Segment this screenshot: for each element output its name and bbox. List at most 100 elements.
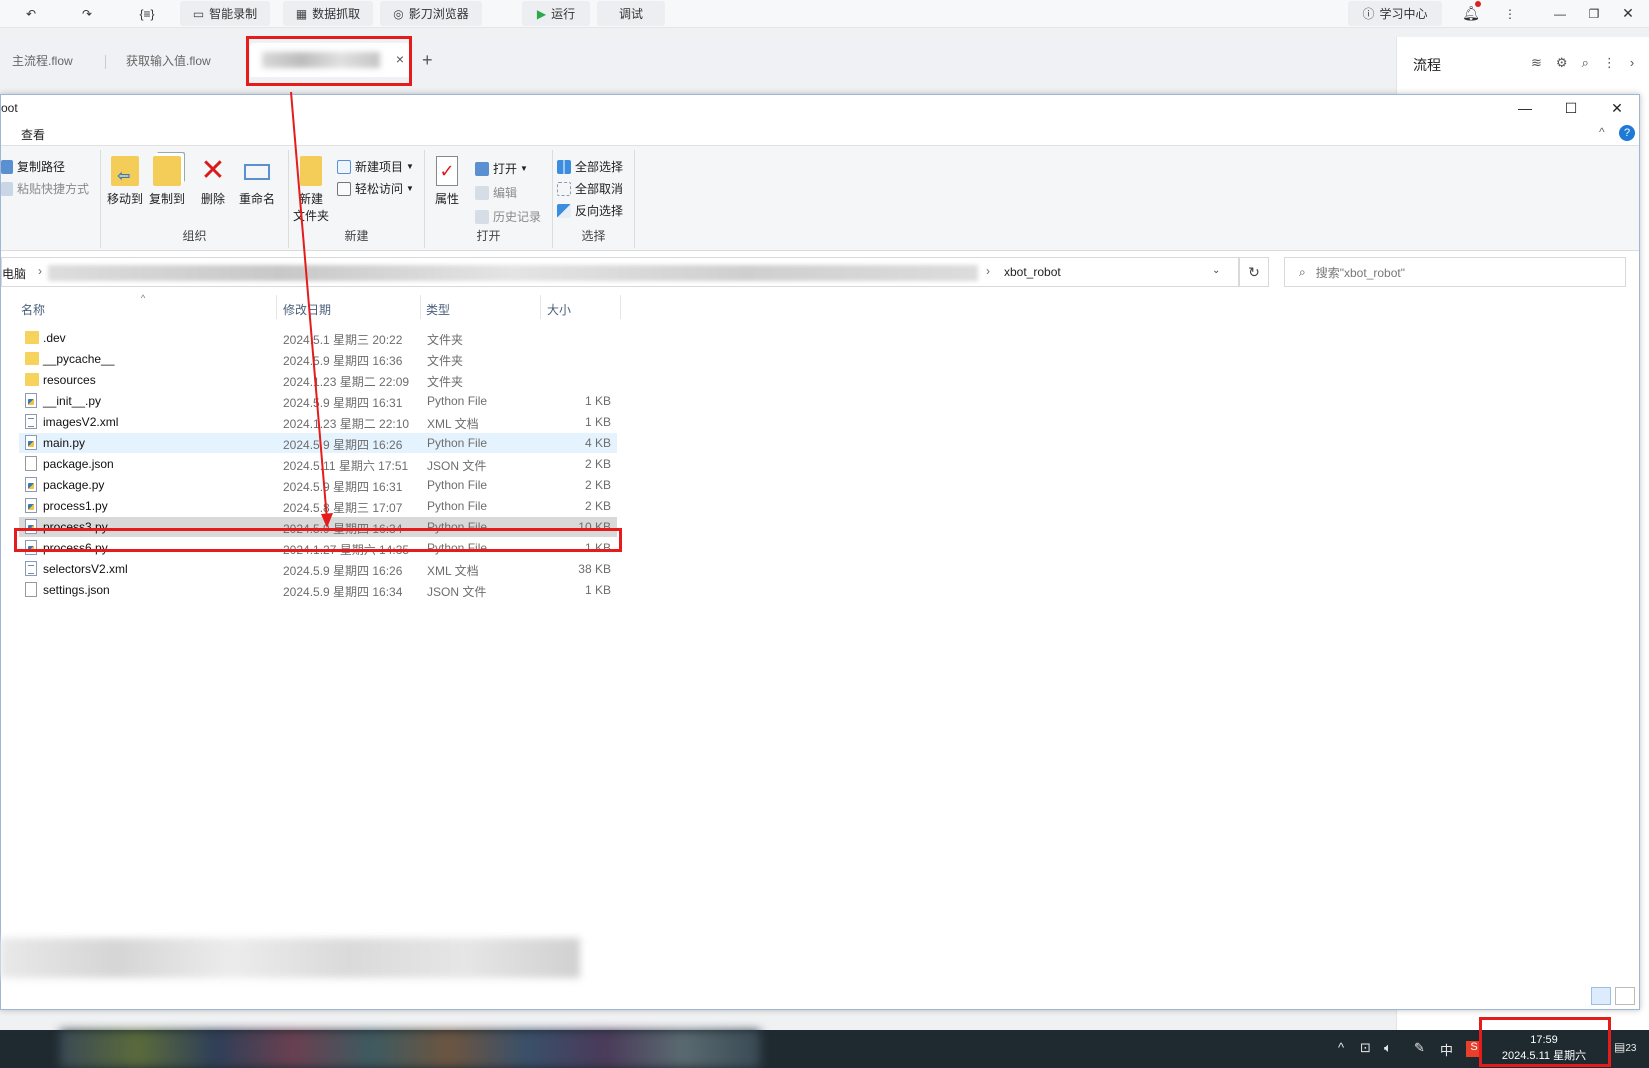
- file-row[interactable]: selectorsV2.xml 2024.5.9 星期四 16:26 XML 文档 3…: [19, 559, 617, 579]
- column-divider: [420, 295, 421, 319]
- help-icon[interactable]: ?: [1619, 125, 1635, 141]
- address-dropdown-icon[interactable]: ⌄: [1212, 265, 1220, 276]
- file-type: 文件夹: [427, 333, 464, 347]
- file-row[interactable]: .dev 2024.5.1 星期三 20:22 文件夹: [19, 328, 617, 348]
- learning-center-button[interactable]: ⓘ 学习中心: [1348, 1, 1442, 26]
- debug-button[interactable]: 调试: [597, 1, 665, 26]
- address-root[interactable]: 电脑: [2, 265, 26, 282]
- new-group-label: 新建: [344, 229, 369, 243]
- notification-dot: [1475, 1, 1481, 7]
- run-button[interactable]: ▶ 运行: [522, 1, 590, 26]
- minimize-icon[interactable]: —: [1548, 1, 1572, 26]
- column-type[interactable]: 类型: [426, 301, 450, 318]
- refresh-icon[interactable]: ↻: [1239, 257, 1269, 287]
- explorer-minimize-icon[interactable]: —: [1503, 97, 1547, 119]
- new-item-button[interactable]: 新建项目 ▼: [337, 158, 414, 175]
- move-to-button[interactable]: ⇦ 移动到: [107, 156, 143, 207]
- ribbon-group-organize: ⇦ 移动到 复制到 ✕ 删除 重命名 组织: [101, 150, 289, 248]
- large-icons-view-icon[interactable]: [1615, 987, 1635, 1005]
- file-type: 文件夹: [427, 375, 464, 389]
- file-date: 2024.5.9 星期四 16:26: [283, 438, 403, 452]
- select-group-label: 选择: [581, 229, 606, 243]
- easy-access-button[interactable]: 轻松访问 ▼: [337, 180, 414, 197]
- details-view-icon[interactable]: [1591, 987, 1611, 1005]
- invert-selection-icon: [557, 203, 571, 218]
- annotation-box-process3: [14, 528, 622, 552]
- file-row[interactable]: __init__.py 2024.5.9 星期四 16:31 Python File…: [19, 391, 617, 411]
- tab-get-input[interactable]: 获取输入值.flow: [126, 43, 211, 77]
- history-button[interactable]: 历史记录: [475, 208, 541, 225]
- menu-view[interactable]: 查看: [21, 126, 45, 143]
- file-size: 1 KB: [584, 394, 611, 408]
- more-vertical-icon[interactable]: ⋮: [1603, 55, 1616, 71]
- address-bar[interactable]: 电脑 › › xbot_robot ⌄: [1, 257, 1239, 287]
- close-icon[interactable]: ✕: [1616, 1, 1640, 26]
- explorer-close-icon[interactable]: ✕: [1595, 97, 1639, 119]
- invert-selection-button[interactable]: 反向选择: [557, 202, 623, 219]
- volume-icon[interactable]: 🔈︎: [1384, 1040, 1392, 1056]
- rename-button[interactable]: 重命名: [239, 156, 275, 207]
- organize-group-label: 组织: [182, 229, 207, 243]
- tray-chevron-icon[interactable]: ^: [1338, 1040, 1344, 1055]
- ribbon-group-open: ✓ 属性 打开 ▼ 编辑 历史记录 打开: [425, 150, 553, 248]
- layers-icon[interactable]: ≋: [1531, 55, 1542, 71]
- xml-file-icon: [25, 561, 37, 576]
- add-tab-button[interactable]: +: [422, 43, 433, 77]
- column-size[interactable]: 大小: [547, 301, 571, 318]
- new-folder-button[interactable]: 新建 文件夹: [293, 156, 329, 224]
- python-file-icon: [25, 498, 37, 513]
- undo-icon[interactable]: ↶: [18, 1, 44, 26]
- search-box[interactable]: ⌕ 搜索"xbot_robot": [1284, 257, 1626, 287]
- search-placeholder: 搜索"xbot_robot": [1315, 265, 1405, 280]
- file-name: resources: [43, 373, 96, 387]
- file-row[interactable]: main.py 2024.5.9 星期四 16:26 Python File 4 KB: [19, 433, 617, 453]
- smart-record-button[interactable]: ▭ 智能录制: [180, 1, 270, 26]
- bell-icon[interactable]: 🔔︎: [1458, 1, 1484, 26]
- pen-icon[interactable]: ✎: [1414, 1040, 1425, 1056]
- chevron-right-icon[interactable]: ›: [1630, 55, 1634, 71]
- explorer-ribbon: 复制路径 粘贴快捷方式 ⇦ 移动到 复制到 ✕ 删除 重命名 组织 新建 文件夹 新建…: [1, 145, 1639, 251]
- select-all-button[interactable]: 全部选择: [557, 158, 623, 175]
- address-current-folder[interactable]: xbot_robot: [1004, 265, 1061, 279]
- search-icon[interactable]: ⌕: [1582, 55, 1589, 71]
- open-button[interactable]: 打开 ▼: [475, 160, 528, 177]
- file-row[interactable]: imagesV2.xml 2024.1.23 星期二 22:10 XML 文档 1 K…: [19, 412, 617, 432]
- sort-ascending-icon: ^: [141, 293, 146, 303]
- explorer-maximize-icon[interactable]: ☐: [1549, 97, 1593, 119]
- file-row[interactable]: process1.py 2024.5.8 星期三 17:07 Python File…: [19, 496, 617, 516]
- redo-icon[interactable]: ↷: [74, 1, 100, 26]
- file-name: process1.py: [43, 499, 108, 513]
- file-name: __init__.py: [43, 394, 102, 408]
- restore-icon[interactable]: ❐: [1582, 1, 1606, 26]
- json-file-icon: [25, 582, 37, 597]
- settings-icon[interactable]: ⚙: [1556, 55, 1568, 71]
- file-row[interactable]: __pycache__ 2024.5.9 星期四 16:36 文件夹: [19, 349, 617, 369]
- browser-button[interactable]: ◎ 影刀浏览器: [380, 1, 482, 26]
- select-none-button[interactable]: 全部取消: [557, 180, 623, 197]
- dropdown-arrow-icon: ▼: [406, 184, 414, 193]
- paste-shortcut-button[interactable]: 粘贴快捷方式: [1, 180, 89, 197]
- file-row[interactable]: package.py 2024.5.9 星期四 16:31 Python File 2…: [19, 475, 617, 495]
- data-capture-button[interactable]: ▦ 数据抓取: [283, 1, 373, 26]
- column-name[interactable]: 名称: [21, 301, 45, 318]
- copy-to-button[interactable]: 复制到: [149, 156, 185, 207]
- xml-file-icon: [25, 414, 37, 429]
- more-icon[interactable]: ⋮: [1500, 1, 1520, 26]
- network-icon[interactable]: ⊡: [1360, 1040, 1371, 1056]
- file-date: 2024.1.23 星期二 22:09: [283, 375, 410, 389]
- dropdown-arrow-icon: ▼: [406, 162, 414, 171]
- file-row[interactable]: resources 2024.1.23 星期二 22:09 文件夹: [19, 370, 617, 390]
- column-date[interactable]: 修改日期: [283, 301, 331, 318]
- properties-button[interactable]: ✓ 属性: [435, 156, 459, 207]
- ime-indicator[interactable]: 中: [1440, 1040, 1453, 1059]
- variables-button[interactable]: {≡}: [130, 1, 164, 26]
- edit-button[interactable]: 编辑: [475, 184, 517, 201]
- annotation-box-active-tab: [246, 36, 412, 86]
- tab-main-flow[interactable]: 主流程.flow: [12, 43, 73, 77]
- copy-path-button[interactable]: 复制路径: [1, 158, 65, 175]
- collapse-ribbon-icon[interactable]: ^: [1599, 125, 1605, 139]
- file-row[interactable]: package.json 2024.5.11 星期六 17:51 JSON 文件 2 …: [19, 454, 617, 474]
- delete-button[interactable]: ✕ 删除: [199, 156, 227, 207]
- file-row[interactable]: settings.json 2024.5.9 星期四 16:34 JSON 文件 1 …: [19, 580, 617, 600]
- notification-center-icon[interactable]: ▤23: [1614, 1040, 1636, 1054]
